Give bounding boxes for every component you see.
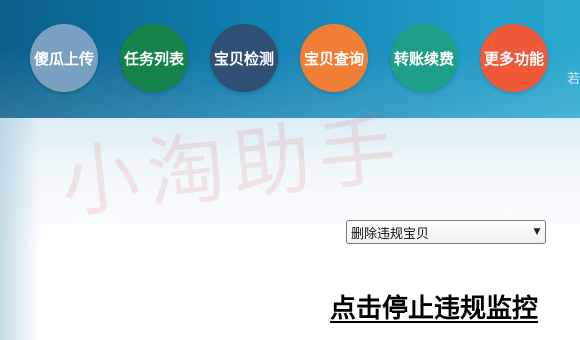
chevron-down-icon: ▼	[533, 227, 541, 237]
action-select-value: 删除违规宝贝	[351, 226, 430, 242]
nav-button-task-list[interactable]: 任务列表	[120, 24, 188, 92]
app-window: 小淘助手 傻瓜上传 任务列表 宝贝检测 宝贝查询 转账续费 更多功能 若 删除违…	[0, 0, 580, 340]
main-nav: 傻瓜上传 任务列表 宝贝检测 宝贝查询 转账续费 更多功能	[30, 24, 548, 92]
nav-button-more-features[interactable]: 更多功能	[480, 24, 548, 92]
nav-button-item-check[interactable]: 宝贝检测	[210, 24, 278, 92]
nav-button-transfer-renew[interactable]: 转账续费	[390, 24, 458, 92]
nav-button-upload[interactable]: 傻瓜上传	[30, 24, 98, 92]
action-select[interactable]: 删除违规宝贝 ▼	[346, 220, 546, 244]
nav-button-item-query[interactable]: 宝贝查询	[300, 24, 368, 92]
header-right-partial-text: 若	[566, 72, 580, 87]
stop-monitoring-link[interactable]: 点击停止违规监控	[330, 288, 538, 325]
